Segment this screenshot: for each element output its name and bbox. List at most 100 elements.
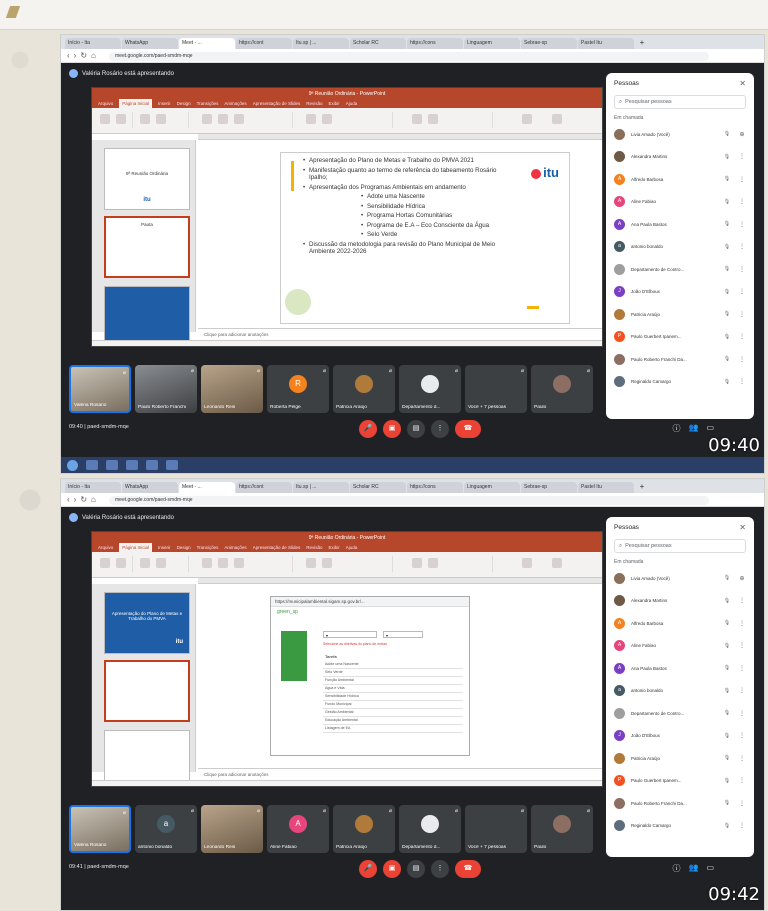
slide-thumbnail-1[interactable]: 1 Apresentação do Plano de Metas e Traba… [104,592,190,654]
participant-row[interactable]: Patricia Araújo 🎙 ⋮ [606,747,754,770]
chat-icon[interactable]: ▭ [706,423,714,434]
participant-tile[interactable]: ⌀ Paulo [531,365,593,413]
participant-tile[interactable]: ⌀ Departamento d... [399,805,461,853]
ppt-menu-item[interactable]: Inserir [158,99,171,108]
participant-tile[interactable]: ⌀ Você + 7 pessoas [465,365,527,413]
ppt-menu-item[interactable]: Ajuda [346,543,358,552]
ppt-menu-item[interactable]: Apresentação de Slides [253,543,301,552]
ppt-menu-item[interactable]: Inserir [158,543,171,552]
more-vert-icon[interactable]: ⋮ [738,822,746,829]
more-vert-icon[interactable]: ⋮ [738,221,746,228]
participant-row[interactable]: J João D'Elboux 🎙 ⋮ [606,725,754,748]
browser-tab[interactable]: Início - Ita [65,482,121,493]
ppt-menu-item[interactable]: Apresentação de Slides [253,99,301,108]
close-icon[interactable]: ✕ [739,79,746,88]
mic-muted-icon[interactable]: 🎙 [722,665,732,671]
mic-off-button[interactable]: 🎤 [359,860,377,878]
browser-tab[interactable]: Pastel Itu [578,482,634,493]
more-vert-icon[interactable]: ⋮ [738,687,746,694]
more-vert-icon[interactable]: ⋮ [738,777,746,784]
hang-up-button[interactable]: ☎ [455,860,481,878]
more-vert-icon[interactable]: ⋮ [738,665,746,672]
participant-row[interactable]: A Ana Paula Bastos 🎙 ⋮ [606,657,754,680]
mic-muted-icon[interactable]: 🎙 [722,154,732,160]
address-field[interactable]: meet.google.com/paed-smdm-mqe [109,52,709,61]
participant-tile[interactable]: ⌀ Paulo Roberto Franchi [135,365,197,413]
more-vert-icon[interactable]: ⋮ [738,710,746,717]
participant-tile[interactable]: ⌀ Você + 7 pessoas [465,805,527,853]
mic-muted-icon[interactable]: 🎙 [722,710,732,716]
browser-tab[interactable]: Pastel Itu [578,38,634,49]
participant-row[interactable]: Departamento de Contro... 🎙 ⋮ [606,702,754,725]
more-vert-icon[interactable]: ⋮ [738,642,746,649]
participant-tile[interactable]: R ⌀ Roberta Pelge [267,365,329,413]
mic-muted-icon[interactable]: 🎙 [722,688,732,694]
ppt-menu-item[interactable]: Design [177,99,191,108]
ppt-menu-item[interactable]: Exibir [328,543,339,552]
browser-tab[interactable]: Scholar RC [350,38,406,49]
more-vert-icon[interactable]: ⋮ [738,620,746,627]
mic-muted-icon[interactable]: 🎙 [722,800,732,806]
participant-tile[interactable]: A ⌀ Aline Fabiao [267,805,329,853]
participant-tile[interactable]: ⌀ Leonardo Reis [201,365,263,413]
more-vert-icon[interactable]: ⋮ [738,198,746,205]
more-vert-icon[interactable]: ⋮ [738,732,746,739]
camera-off-button[interactable]: ▣ [383,860,401,878]
browser-tab[interactable]: https://cont [236,38,292,49]
participant-row[interactable]: P Paulo Guerbert Ipanem... 🎙 ⋮ [606,770,754,793]
participant-row[interactable]: J João D'Elboux 🎙 ⋮ [606,281,754,304]
camera-off-button[interactable]: ▣ [383,420,401,438]
mic-muted-icon[interactable]: 🎙 [722,199,732,205]
captions-button[interactable]: ▤ [407,860,425,878]
more-vert-icon[interactable]: ⋮ [738,153,746,160]
meet-screenshot-2[interactable]: Início - Ita WhatsApp Meet - ... https://co… [60,478,765,911]
participant-tile[interactable]: ⌀ Patricia Araújo [333,805,395,853]
taskbar-app-icon[interactable] [86,460,98,470]
search-people-input[interactable]: ⌕ Pesquisar pessoas [614,95,746,109]
taskbar-app-icon[interactable] [106,460,118,470]
browser-tab[interactable]: Início - Ita [65,38,121,49]
mic-muted-icon[interactable]: 🎙 [722,733,732,739]
mic-muted-icon[interactable]: 🎙 [722,244,732,250]
participant-row[interactable]: A Ana Paula Bastos 🎙 ⋮ [606,213,754,236]
slide-thumbnail-2[interactable]: 2 [104,660,190,722]
ppt-menu-item[interactable]: Página Inicial [119,99,153,108]
browser-tab[interactable]: https://cons [407,482,463,493]
browser-tab[interactable]: https://cont [236,482,292,493]
address-field[interactable]: meet.google.com/paed-smdm-mqe [109,496,709,505]
mic-muted-icon[interactable]: 🎙 [722,266,732,272]
ppt-menu-item[interactable]: Arquivo [98,543,113,552]
more-vert-icon[interactable]: ⋮ [738,800,746,807]
more-vert-icon[interactable]: ⋮ [738,243,746,250]
info-icon[interactable]: ⓘ [672,423,680,434]
browser-tab[interactable]: Meet - ... [179,38,235,49]
more-vert-icon[interactable]: ⋮ [738,755,746,762]
slide-thumbnail-3[interactable]: 3 [104,286,190,346]
ppt-menu-item[interactable]: Animações [224,99,246,108]
ppt-menu-item[interactable]: Transições [197,543,219,552]
mic-muted-icon[interactable]: 🎙 [722,379,732,385]
participant-row[interactable]: Departamento de Contro... 🎙 ⋮ [606,258,754,281]
mic-muted-icon[interactable]: 🎙 [722,356,732,362]
participant-row[interactable]: A Alfredo Barbosa 🎙 ⋮ [606,612,754,635]
browser-tab[interactable]: WhatsApp [122,482,178,493]
more-vert-icon[interactable]: ⋮ [738,333,746,340]
participant-row[interactable]: a antonio bonaldo 🎙 ⋮ [606,236,754,259]
slide-thumbnail-2[interactable]: 2 Pauta [104,216,190,278]
browser-nav-icons[interactable]: ‹›↻⌂ [67,51,100,60]
browser-tab[interactable]: Sebrae-sp [521,482,577,493]
browser-tab[interactable]: Sebrae-sp [521,38,577,49]
browser-tab[interactable]: Scholar RC [350,482,406,493]
participant-row[interactable]: Patricia Araújo 🎙 ⋮ [606,303,754,326]
ppt-menu-item[interactable]: Animações [224,543,246,552]
browser-nav-icons[interactable]: ‹›↻⌂ [67,495,100,504]
more-options-button[interactable]: ⋮ [431,420,449,438]
mic-muted-icon[interactable]: 🎙 [722,131,732,137]
participant-tile[interactable]: ⌀ Departamento d... [399,365,461,413]
people-icon[interactable]: 👥 [688,863,698,874]
participant-tile[interactable]: ⌀ Valéria Rosário [69,365,131,413]
participant-row[interactable]: Livia Amado (Você) 🎙 ⊕ [606,123,754,146]
close-icon[interactable]: ✕ [739,523,746,532]
participant-row[interactable]: Livia Amado (Você) 🎙 ⊕ [606,567,754,590]
chat-icon[interactable]: ▭ [706,863,714,874]
